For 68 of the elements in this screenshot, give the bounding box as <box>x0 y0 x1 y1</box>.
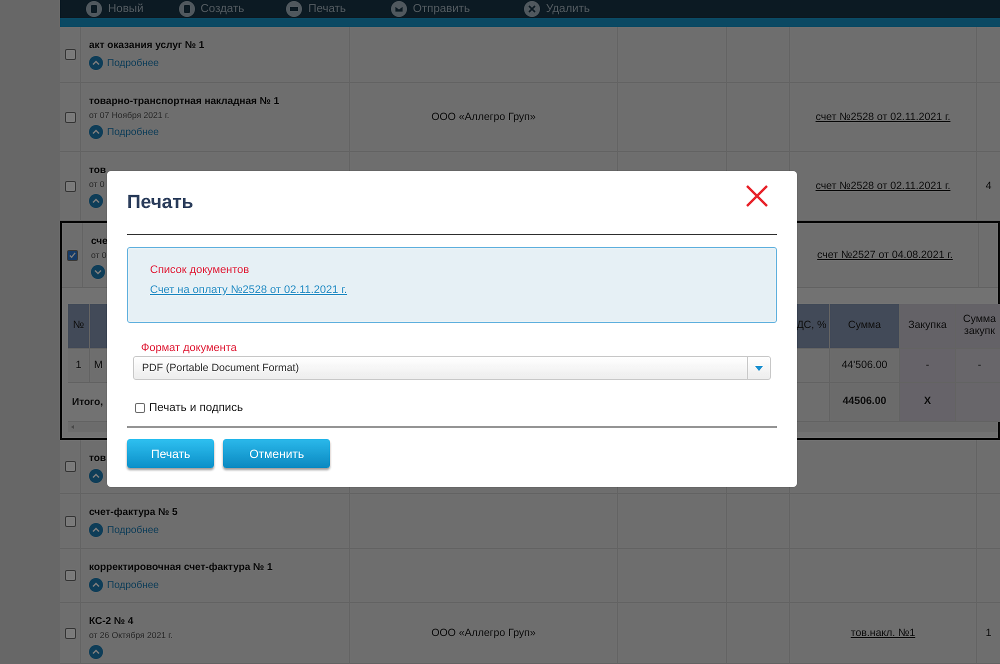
chevron-up-icon <box>89 469 103 483</box>
row-checkbox[interactable] <box>64 570 76 581</box>
close-icon <box>745 184 769 208</box>
dialog-title: Печать <box>127 192 194 214</box>
toolbar-button[interactable]: Удалить <box>524 1 590 17</box>
close-button[interactable] <box>745 184 769 208</box>
row-checkbox[interactable] <box>64 461 76 472</box>
chevron-down-icon <box>91 265 105 279</box>
table-cell: X <box>900 383 956 422</box>
table-cell: - <box>900 349 956 383</box>
details-toggle[interactable]: Подробнее <box>89 56 159 70</box>
table-cell: 1 <box>986 627 992 639</box>
row-checkbox[interactable] <box>64 112 76 122</box>
format-select[interactable]: PDF (Portable Document Format) <box>133 356 771 380</box>
table-cell <box>794 349 830 383</box>
column-header: Сумма закупк <box>956 304 1000 349</box>
section-label: Список документов <box>150 264 250 276</box>
document-title: тов <box>89 453 106 464</box>
toolbar-button[interactable]: Создать <box>178 1 244 17</box>
document-title: сче <box>91 236 108 247</box>
row-checkbox[interactable] <box>64 628 76 638</box>
document-title: счет-фактура № 5 <box>89 507 178 518</box>
chevron-up-icon <box>89 523 103 537</box>
table-cell: - <box>956 349 1000 383</box>
row-checkbox[interactable] <box>64 516 76 526</box>
toolbar-button[interactable]: Новый <box>86 1 144 17</box>
chevron-up-icon <box>89 194 103 208</box>
document-date: от 26 Октября 2021 г. <box>89 630 173 640</box>
sign-checkbox[interactable]: Печать и подпись <box>135 402 243 414</box>
table-cell: 1 <box>68 349 90 383</box>
details-toggle[interactable]: Подробнее <box>89 125 159 139</box>
document-title: КС-2 № 4 <box>89 616 134 627</box>
details-toggle[interactable]: Подробнее <box>89 578 159 592</box>
caret-icon <box>755 366 763 370</box>
document-date: от 0 <box>89 179 105 189</box>
document-title: корректировочная счет-фактура № 1 <box>89 562 273 573</box>
document-date: от 0 <box>91 250 107 260</box>
invoice-link[interactable]: счет №2528 от 02.11.2021 г. <box>816 111 950 123</box>
table-cell: 44506.00 <box>830 383 900 422</box>
document-link[interactable]: Счет на оплату №2528 от 02.11.2021 г. <box>150 284 348 296</box>
table-cell: ООО «Аллегро Груп» <box>431 111 536 123</box>
chevron-up-icon <box>89 645 103 659</box>
row-checkbox[interactable] <box>64 49 76 60</box>
cancel-button[interactable]: Отменить <box>223 439 330 468</box>
invoice-link[interactable]: счет №2528 от 02.11.2021 г. <box>816 180 950 192</box>
invoice-link[interactable]: тов.накл. №1 <box>850 627 916 639</box>
row-checkbox[interactable] <box>64 180 76 192</box>
chevron-up-icon <box>89 578 103 592</box>
document-title: акт оказания услуг № 1 <box>89 40 204 51</box>
toolbar-button[interactable]: Печать <box>286 1 346 17</box>
column-header: Сумма <box>830 304 900 349</box>
toolbar-button[interactable]: Отправить <box>390 1 470 17</box>
chevron-up-icon <box>89 125 103 139</box>
document-date: от 07 Ноября 2021 г. <box>89 110 170 120</box>
chevron-up-icon <box>89 56 103 70</box>
column-header: Закупка <box>900 304 956 349</box>
table-cell: ООО «Аллегро Груп» <box>431 627 536 639</box>
invoice-link[interactable]: счет №2527 от 04.08.2021 г. <box>817 249 953 261</box>
print-button[interactable]: Печать <box>127 439 214 468</box>
details-toggle[interactable]: Подробнее <box>89 523 159 537</box>
column-header: № <box>68 304 90 349</box>
table-cell: 4 <box>986 180 992 192</box>
table-cell: 44'506.00 <box>830 349 900 383</box>
document-title: товарно-транспортная накладная № 1 <box>89 96 280 107</box>
column-header: ДС, % <box>794 304 830 349</box>
document-title: тов <box>89 165 106 176</box>
field-label: Формат документа <box>141 342 238 354</box>
row-checkbox[interactable] <box>66 250 78 260</box>
